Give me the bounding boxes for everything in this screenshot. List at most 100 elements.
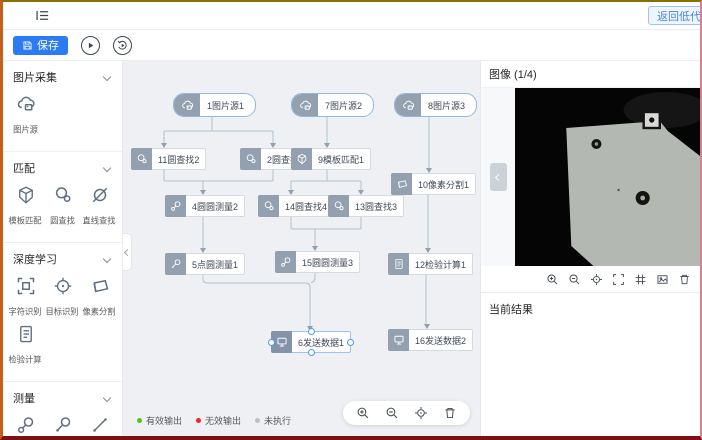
cube-icon <box>291 148 312 170</box>
legend-label: 有效输出 <box>146 414 182 427</box>
selection-handle-top[interactable] <box>308 328 315 335</box>
not-run-dot <box>255 418 260 423</box>
canvas-toolbar <box>343 401 470 425</box>
sidebar-item-ocr[interactable]: 字符识别 <box>7 276 44 318</box>
legend-label: 未执行 <box>264 414 291 427</box>
section-header-deep-learning[interactable]: 深度学习 <box>3 243 122 272</box>
sidebar-collapse-handle[interactable] <box>123 233 132 271</box>
selection-handle-right[interactable] <box>347 339 354 346</box>
sidebar-item-circle-find[interactable]: 圆查找 <box>44 185 81 227</box>
cloud-image-icon <box>174 94 200 116</box>
sidebar-item-point-point-measure[interactable]: 点点测量 <box>81 415 118 436</box>
point-circle-measure-icon <box>165 253 186 275</box>
current-result-body <box>481 325 700 436</box>
flow-node-pixel-segment-1[interactable]: 10像素分割1 <box>391 173 476 195</box>
ocr-icon <box>16 276 36 301</box>
image-preview-row <box>481 88 700 266</box>
section-title: 深度学习 <box>13 251 57 267</box>
status-legend: 有效输出 无效输出 未执行 <box>137 414 291 427</box>
section-title: 图片采集 <box>13 69 57 85</box>
legend-label: 无效输出 <box>205 414 241 427</box>
zoom-in-icon[interactable] <box>356 406 370 420</box>
doc-calc-icon <box>388 253 409 275</box>
section-title: 测量 <box>13 390 35 406</box>
flow-node-image-source-3[interactable]: 8图片源3 <box>394 93 477 117</box>
sidebar-item-circle-circle-measure[interactable]: 圆圆测量 <box>7 415 44 436</box>
sidebar-item-point-circle-measure[interactable]: 点圆测量 <box>44 415 81 436</box>
sidebar-item-image-source[interactable]: 图片源 <box>7 94 44 136</box>
chevron-down-icon <box>103 255 111 263</box>
circle-find-icon <box>328 195 349 217</box>
target-icon <box>53 276 73 301</box>
circle-circle-measure-icon <box>275 251 296 273</box>
line-find-icon <box>90 185 110 210</box>
main-body: 图片采集 图片源 匹配 模板匹配 <box>3 61 700 436</box>
cloud-image-icon <box>395 94 421 116</box>
back-to-lowcode-button[interactable]: 返回低代码 <box>648 6 702 25</box>
trash-icon[interactable] <box>678 273 691 286</box>
section-header-measure[interactable]: 测量 <box>3 382 122 411</box>
section-measure: 测量 圆圆测量 点圆测量 点点测量 <box>3 381 122 436</box>
cloud-image-icon <box>292 94 318 116</box>
flow-node-circle-find-2[interactable]: 11圆查找2 <box>131 148 206 170</box>
circle-find-icon <box>258 195 279 217</box>
flow-node-circle-circle-measure-3[interactable]: 15圆圆测量3 <box>275 251 360 273</box>
trash-icon[interactable] <box>443 406 457 420</box>
valid-output-dot <box>137 418 142 423</box>
locate-icon[interactable] <box>414 406 428 420</box>
point-circle-measure-icon <box>53 415 73 436</box>
image-toolbar <box>481 266 700 293</box>
prev-image-button[interactable] <box>490 163 507 191</box>
sidebar-item-pixel-segment[interactable]: 像素分割 <box>81 276 118 318</box>
section-header-match[interactable]: 匹配 <box>3 152 122 181</box>
invalid-output-dot <box>196 418 201 423</box>
section-deep-learning: 深度学习 字符识别 目标识别 像素分割 <box>3 242 122 381</box>
cloud-image-icon <box>16 94 36 119</box>
sidebar-item-object-detect[interactable]: 目标识别 <box>44 276 81 318</box>
save-icon <box>22 40 33 51</box>
menu-icon[interactable] <box>33 7 51 25</box>
circle-circle-measure-icon <box>16 415 36 436</box>
run-continuous-button[interactable] <box>113 36 132 55</box>
flow-canvas[interactable]: 1图片源1 7图片源2 8图片源3 11圆查找2 2圆查找1 9模板匹配1 <box>123 61 480 436</box>
flow-node-send-data-1[interactable]: 6发送数据1 <box>271 331 351 353</box>
flow-node-image-source-1[interactable]: 1图片源1 <box>173 93 256 117</box>
zoom-out-icon[interactable] <box>568 273 581 286</box>
circle-find-icon <box>53 185 73 210</box>
image-nav-strip <box>481 88 515 266</box>
current-result-title: 当前结果 <box>481 293 700 325</box>
flow-node-image-source-2[interactable]: 7图片源2 <box>291 93 374 117</box>
sidebar-item-template-match[interactable]: 模板匹配 <box>7 185 44 227</box>
run-once-button[interactable] <box>81 36 100 55</box>
save-image-icon[interactable] <box>656 273 669 286</box>
section-header-image-capture[interactable]: 图片采集 <box>3 61 122 90</box>
flow-node-point-circle-measure-1[interactable]: 5点圆测量1 <box>165 253 245 275</box>
chevron-down-icon <box>103 164 111 172</box>
sidebar-item-verify-calc[interactable]: 检验计算 <box>7 324 44 366</box>
section-image-capture: 图片采集 图片源 <box>3 61 122 151</box>
sidebar-item-line-find[interactable]: 直线查找 <box>81 185 118 227</box>
segment-icon <box>90 276 110 301</box>
zoom-out-icon[interactable] <box>385 406 399 420</box>
flow-node-circle-find-4[interactable]: 14圆查找4 <box>258 195 334 217</box>
circle-find-icon <box>240 148 261 170</box>
flow-node-template-match-1[interactable]: 9模板匹配1 <box>291 148 371 170</box>
flow-node-circle-circle-measure-2[interactable]: 4圆圆测量2 <box>165 195 245 217</box>
segment-icon <box>391 173 412 195</box>
point-point-measure-icon <box>90 415 110 436</box>
chevron-left-icon <box>123 248 130 255</box>
flow-node-send-data-2[interactable]: 16发送数据2 <box>388 329 473 351</box>
doc-calc-icon <box>16 324 36 349</box>
selection-handle-bottom[interactable] <box>308 349 315 356</box>
flow-edges <box>123 61 480 436</box>
locate-icon[interactable] <box>590 273 603 286</box>
fit-screen-icon[interactable] <box>612 273 625 286</box>
flow-node-verify-calc-1[interactable]: 12检验计算1 <box>388 253 473 275</box>
image-panel-title: 图像 (1/4) <box>481 61 700 88</box>
zoom-in-icon[interactable] <box>546 273 559 286</box>
pixel-grid-icon[interactable] <box>634 273 647 286</box>
camera-image-preview[interactable] <box>515 88 700 266</box>
save-button[interactable]: 保存 <box>13 36 68 55</box>
flow-node-circle-find-3[interactable]: 13圆查找3 <box>328 195 404 217</box>
selection-handle-left[interactable] <box>268 339 275 346</box>
